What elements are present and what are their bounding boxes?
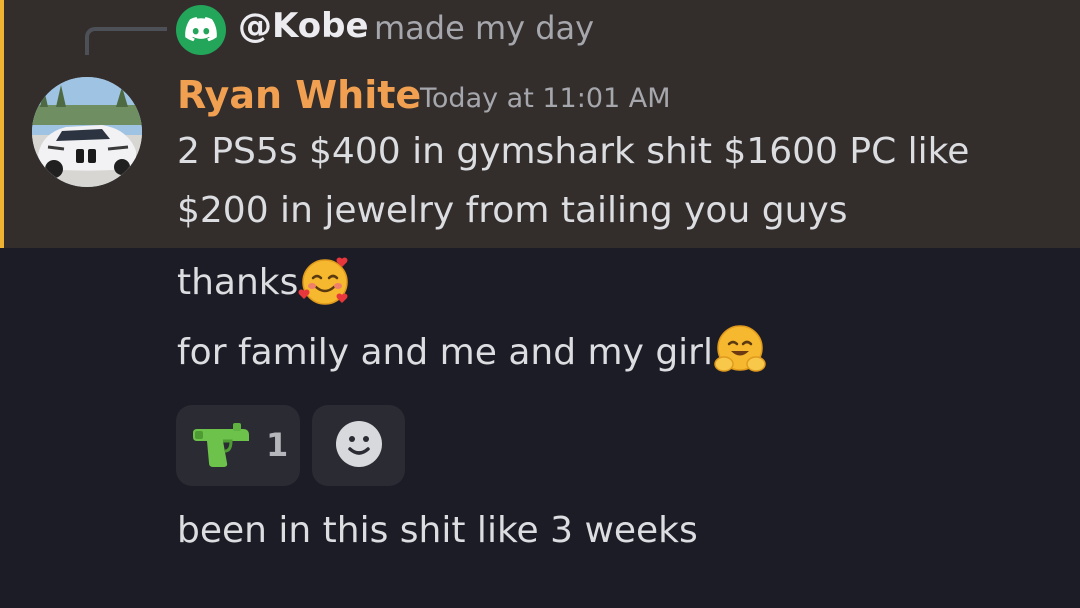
- car-avatar[interactable]: [32, 77, 142, 187]
- add-reaction-smiley-icon: [335, 420, 383, 472]
- discord-icon[interactable]: [176, 5, 226, 55]
- message-line-1: 2 PS5s $400 in gymshark shit $1600 PC li…: [177, 131, 970, 172]
- message-line-2: $200 in jewelry from tailing you guys: [177, 190, 848, 231]
- reply-mention[interactable]: @Kobe: [238, 6, 369, 46]
- smiling-face-with-hearts-emoji: [298, 253, 352, 307]
- followup-weeks: been in this shit like 3 weeks: [177, 510, 698, 551]
- hugging-face-emoji: [713, 323, 767, 377]
- reply-preview-text[interactable]: made my day: [374, 9, 594, 47]
- followup-thanks-text: thanks: [177, 262, 299, 303]
- timestamp: Today at 11:01 AM: [420, 83, 671, 114]
- username[interactable]: Ryan White: [177, 73, 421, 117]
- followup-thanks: thanks: [177, 257, 352, 307]
- mention-highlight-bar: [0, 0, 4, 248]
- followup-family: for family and me and my girl: [177, 325, 767, 377]
- followup-family-text: for family and me and my girl: [177, 332, 713, 373]
- add-reaction-button[interactable]: [312, 405, 405, 486]
- chat-view: @Kobe made my day Ryan White Today at 11…: [0, 0, 1080, 608]
- reply-spine: [85, 27, 167, 55]
- reaction-count: 1: [266, 426, 289, 464]
